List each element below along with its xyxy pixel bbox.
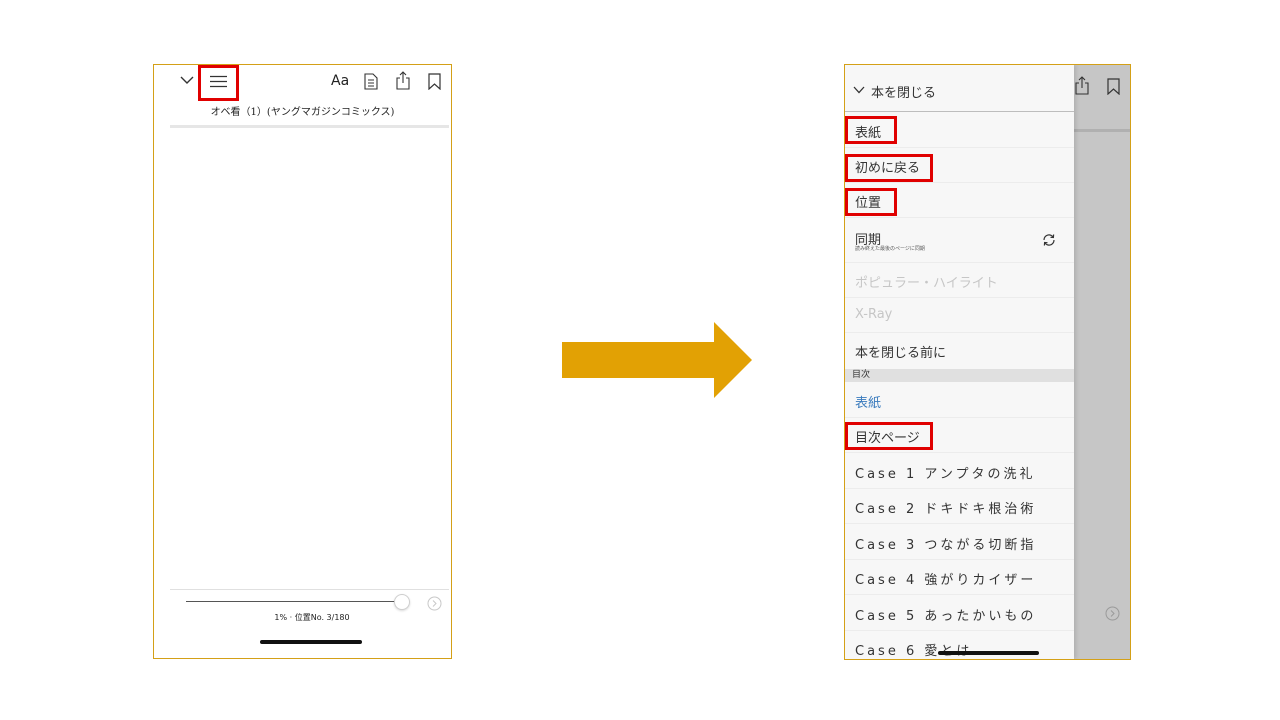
progress-slider-thumb[interactable] [394,594,410,610]
menu-icon-highlight [198,65,239,101]
menu-item-popular-highlights: ポピュラー・ハイライト [845,263,1074,298]
toc-item-cover[interactable]: 表紙 [845,383,1074,418]
progress-slider-track[interactable] [186,601,401,602]
share-icon[interactable] [396,71,410,90]
toc-item-case-3[interactable]: Case 3 つながる切断指 [845,525,1074,560]
toc-item-case-4[interactable]: Case 4 強がりカイザー [845,560,1074,595]
toc-item-label: 表紙 [855,396,882,411]
toc-section-header: 目次 [845,369,1074,382]
background-title-divider [1074,129,1130,132]
chevron-down-icon[interactable] [853,86,865,94]
toc-item-label: Case 4 強がりカイザー [855,573,1037,588]
toc-item-label: Case 5 あったかいもの [855,609,1037,624]
sync-description: 読み終えた最後のページに同期 [855,246,925,252]
toc-item-label: Case 3 つながる切断指 [855,538,1037,553]
sync-icon[interactable] [1041,232,1057,248]
toc-item-case-5[interactable]: Case 5 あったかいもの [845,596,1074,631]
menu-item-label: ポピュラー・ハイライト [855,276,998,291]
title-divider [170,125,449,128]
share-icon [1075,76,1089,95]
chevron-down-icon[interactable] [180,75,194,85]
toc-item-case-2[interactable]: Case 2 ドキドキ根治術 [845,489,1074,524]
book-title: オベ看（1）(ヤングマガジンコミックス) [210,107,395,118]
contents-page-highlight [845,422,933,450]
document-icon[interactable] [364,73,378,90]
home-indicator [260,640,362,644]
chevron-right-circle-icon[interactable] [427,596,442,611]
go-to-beginning-highlight [845,154,933,182]
reading-progress-label: 1% · 位置No. 3/180 [274,613,350,622]
menu-item-label: 本を閉じる前に [855,346,947,361]
menu-item-sync[interactable]: 同期 読み終えた最後のページに同期 [845,218,1074,263]
toc-item-label: Case 2 ドキドキ根治術 [855,502,1037,517]
menu-item-label: X-Ray [855,307,893,322]
chevron-right-circle-icon [1105,606,1120,621]
reader-screen-with-menu: 本を閉じる 表紙 初めに戻る 位置 同期 読み終えた最後のページに同期 ポピュラ… [844,64,1131,660]
reader-screen: Aa オベ看（1）(ヤングマガジンコミックス) 1% · 位置No. 3/180 [153,64,452,659]
toc-item-case-6[interactable]: Case 6 愛とは [845,631,1074,659]
close-book-label: 本を閉じる [871,86,937,101]
location-item-highlight [845,188,897,216]
toc-item-label: Case 6 愛とは [855,644,973,659]
toc-item-label: Case 1 アンプタの洗礼 [855,467,1036,482]
toc-item-case-1[interactable]: Case 1 アンプタの洗礼 [845,454,1074,489]
toc-header-label: 目次 [852,370,871,380]
menu-item-x-ray: X-Ray [845,298,1074,333]
cover-item-highlight [845,116,897,144]
transition-arrow-icon [562,322,752,398]
footer-divider [170,589,449,590]
close-book-row[interactable]: 本を閉じる [845,65,1074,112]
bookmark-icon[interactable] [428,73,441,90]
home-indicator [938,651,1039,655]
bookmark-icon [1107,78,1120,95]
font-settings-button[interactable]: Aa [331,73,349,89]
menu-item-before-you-close[interactable]: 本を閉じる前に [845,333,1074,368]
